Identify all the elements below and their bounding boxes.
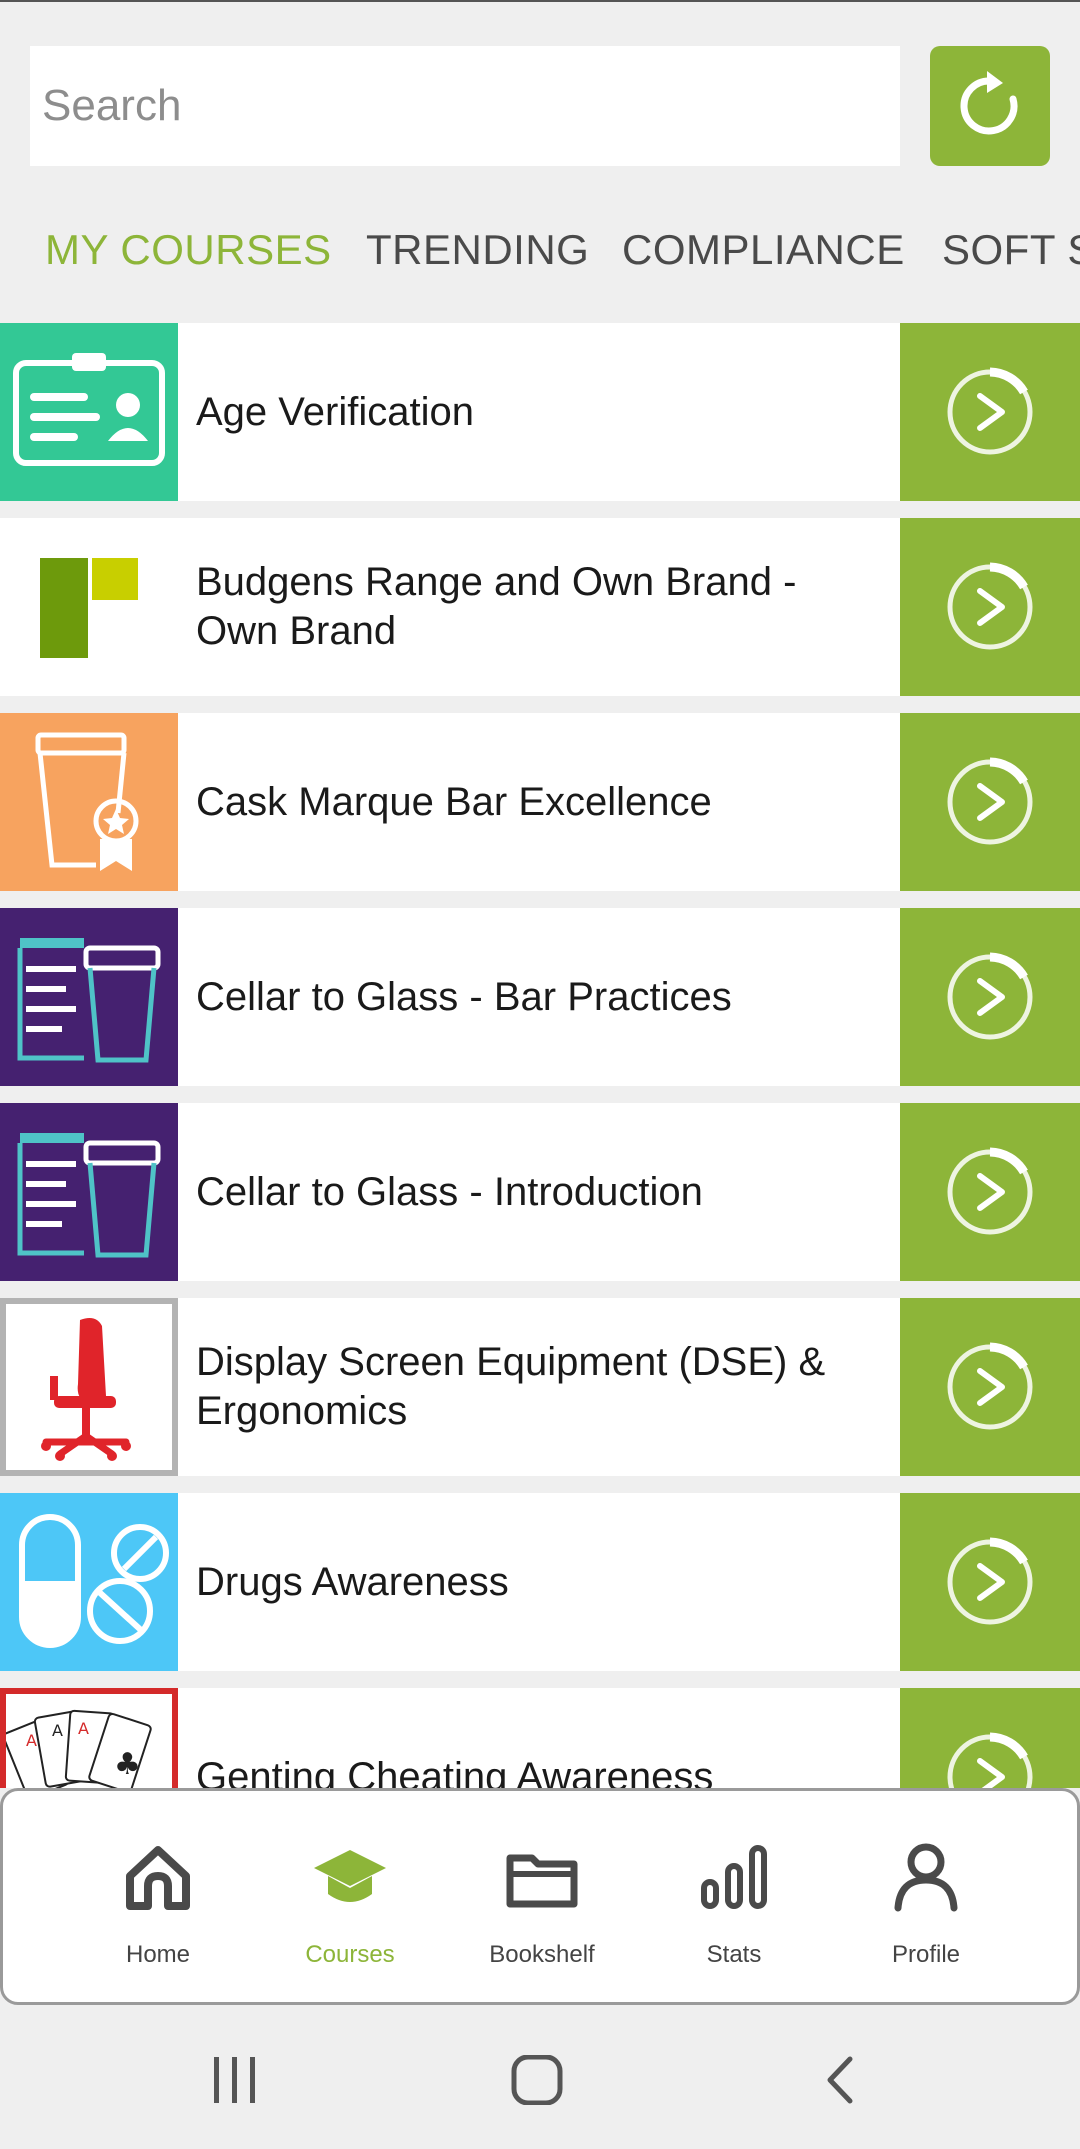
- start-course-button[interactable]: [900, 1298, 1080, 1476]
- svg-text:A: A: [52, 1721, 63, 1740]
- start-course-button[interactable]: [900, 518, 1080, 696]
- playing-cards-icon: A A A ♣: [0, 1688, 178, 1788]
- nav-label: Profile: [891, 1941, 961, 1968]
- start-course-button[interactable]: [900, 713, 1080, 891]
- course-row-cellar-bar-practices[interactable]: Cellar to Glass - Bar Practices: [0, 908, 1080, 1086]
- search-input[interactable]: [30, 46, 900, 166]
- category-tabs: MY COURSES TRENDING COMPLIANCE SOFT S: [0, 220, 1080, 290]
- start-course-button[interactable]: [900, 1103, 1080, 1281]
- award-glass-icon: [0, 713, 178, 891]
- nav-label: Courses: [305, 1941, 395, 1968]
- svg-text:A: A: [26, 1731, 37, 1750]
- play-circle-icon: [947, 1732, 1033, 1788]
- menu-glass-icon: [0, 1103, 178, 1281]
- system-navigation-bar: [0, 2005, 1080, 2149]
- home-system-icon[interactable]: [510, 2055, 566, 2105]
- tab-trending[interactable]: TRENDING: [366, 220, 589, 280]
- nav-courses[interactable]: Courses: [250, 1791, 450, 2001]
- nav-bookshelf[interactable]: Bookshelf: [442, 1791, 642, 2001]
- play-circle-icon: [947, 1147, 1033, 1235]
- tab-my-courses[interactable]: MY COURSES: [45, 220, 332, 280]
- course-row-age-verification[interactable]: Age Verification: [0, 323, 1080, 501]
- course-title: Age Verification: [196, 389, 474, 434]
- start-course-button[interactable]: [900, 908, 1080, 1086]
- id-card-icon: [0, 323, 178, 501]
- nav-home[interactable]: Home: [58, 1791, 258, 2001]
- course-row-genting-cheating[interactable]: A A A ♣ Genting Cheating Awareness: [0, 1688, 1080, 1788]
- office-chair-icon: [0, 1298, 178, 1476]
- budgens-logo-icon: [0, 518, 178, 696]
- search-box[interactable]: [30, 46, 900, 166]
- refresh-button[interactable]: [930, 46, 1050, 166]
- course-row-drugs-awareness[interactable]: Drugs Awareness: [0, 1493, 1080, 1671]
- play-circle-icon: [947, 952, 1033, 1040]
- folder-icon: [506, 1854, 578, 1908]
- course-list: Age Verification Budgens Range and Own B…: [0, 323, 1080, 1788]
- course-title: Cask Marque Bar Excellence: [196, 779, 712, 824]
- recent-apps-icon[interactable]: [210, 2055, 260, 2105]
- course-title: Cellar to Glass - Bar Practices: [196, 974, 732, 1019]
- play-circle-icon: [947, 367, 1033, 455]
- refresh-icon: [960, 71, 1018, 135]
- svg-text:A: A: [78, 1719, 89, 1738]
- start-course-button[interactable]: [900, 1688, 1080, 1788]
- course-title: Display Screen Equipment (DSE) & Ergonom…: [196, 1340, 826, 1433]
- nav-profile[interactable]: Profile: [826, 1791, 1026, 2001]
- course-row-budgens[interactable]: Budgens Range and Own Brand - Own Brand: [0, 518, 1080, 696]
- nav-label: Stats: [706, 1941, 762, 1968]
- play-circle-icon: [947, 562, 1033, 650]
- course-title: Budgens Range and Own Brand - Own Brand: [196, 560, 797, 653]
- bar-chart-icon: [701, 1845, 767, 1909]
- tab-soft-skills[interactable]: SOFT S: [942, 220, 1080, 280]
- play-circle-icon: [947, 1342, 1033, 1430]
- nav-stats[interactable]: Stats: [634, 1791, 834, 2001]
- start-course-button[interactable]: [900, 1493, 1080, 1671]
- menu-glass-icon: [0, 908, 178, 1086]
- course-title: Drugs Awareness: [196, 1559, 509, 1604]
- start-course-button[interactable]: [900, 323, 1080, 501]
- user-icon: [894, 1843, 958, 1912]
- home-icon: [126, 1846, 190, 1910]
- play-circle-icon: [947, 757, 1033, 845]
- nav-label: Bookshelf: [489, 1941, 595, 1968]
- course-title: Genting Cheating Awareness: [196, 1754, 714, 1789]
- bottom-navigation: Home Courses Bookshelf Stats Profile: [0, 1788, 1080, 2005]
- course-row-cellar-introduction[interactable]: Cellar to Glass - Introduction: [0, 1103, 1080, 1281]
- status-bar-line: [0, 0, 1080, 2]
- play-circle-icon: [947, 1537, 1033, 1625]
- graduation-cap-icon: [314, 1850, 386, 1902]
- svg-text:♣: ♣: [114, 1747, 141, 1782]
- course-title: Cellar to Glass - Introduction: [196, 1169, 703, 1214]
- nav-label: Home: [125, 1941, 191, 1968]
- course-row-dse-ergonomics[interactable]: Display Screen Equipment (DSE) & Ergonom…: [0, 1298, 1080, 1476]
- pills-icon: [0, 1493, 178, 1671]
- tab-compliance[interactable]: COMPLIANCE: [622, 220, 905, 280]
- back-icon[interactable]: [820, 2055, 860, 2105]
- course-row-cask-marque[interactable]: Cask Marque Bar Excellence: [0, 713, 1080, 891]
